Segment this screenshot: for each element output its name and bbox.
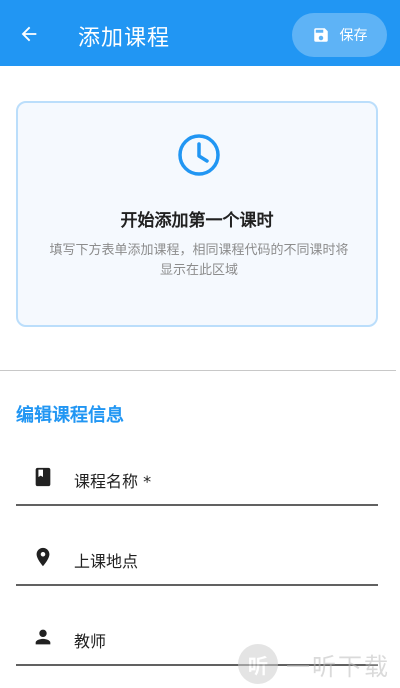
teacher-label: 教师: [74, 632, 107, 651]
course-name-label: 课程名称 *: [74, 472, 152, 491]
watermark: 听 一听下载: [238, 640, 398, 688]
empty-state-title: 开始添加第一个课时: [120, 211, 274, 231]
location-label: 上课地点: [74, 552, 139, 571]
watermark-logo: 听: [238, 644, 278, 684]
watermark-text: 一听下载: [286, 652, 390, 681]
page-title: 添加课程: [78, 26, 171, 51]
save-button[interactable]: 保存: [292, 13, 387, 57]
course-name-field[interactable]: 课程名称 *: [16, 452, 378, 506]
app-bar: 添加课程 保存: [0, 0, 400, 66]
book-icon: [35, 467, 51, 487]
location-pin-icon: [36, 547, 50, 567]
floppy-disk-icon: [313, 28, 328, 42]
clock-icon: [178, 134, 220, 176]
location-field[interactable]: 上课地点: [16, 532, 378, 586]
form-section-title: 编辑课程信息: [16, 405, 124, 426]
save-button-label: 保存: [339, 28, 368, 44]
person-icon: [35, 629, 51, 645]
empty-state-card: 开始添加第一个课时 填写下方表单添加课程，相同课程代码的不同课时将显示在此区域: [16, 101, 378, 327]
back-button[interactable]: [12, 17, 46, 51]
arrow-left-icon: [21, 26, 37, 42]
section-divider: [0, 370, 396, 371]
empty-state-description: 填写下方表单添加课程，相同课程代码的不同课时将显示在此区域: [49, 243, 349, 278]
